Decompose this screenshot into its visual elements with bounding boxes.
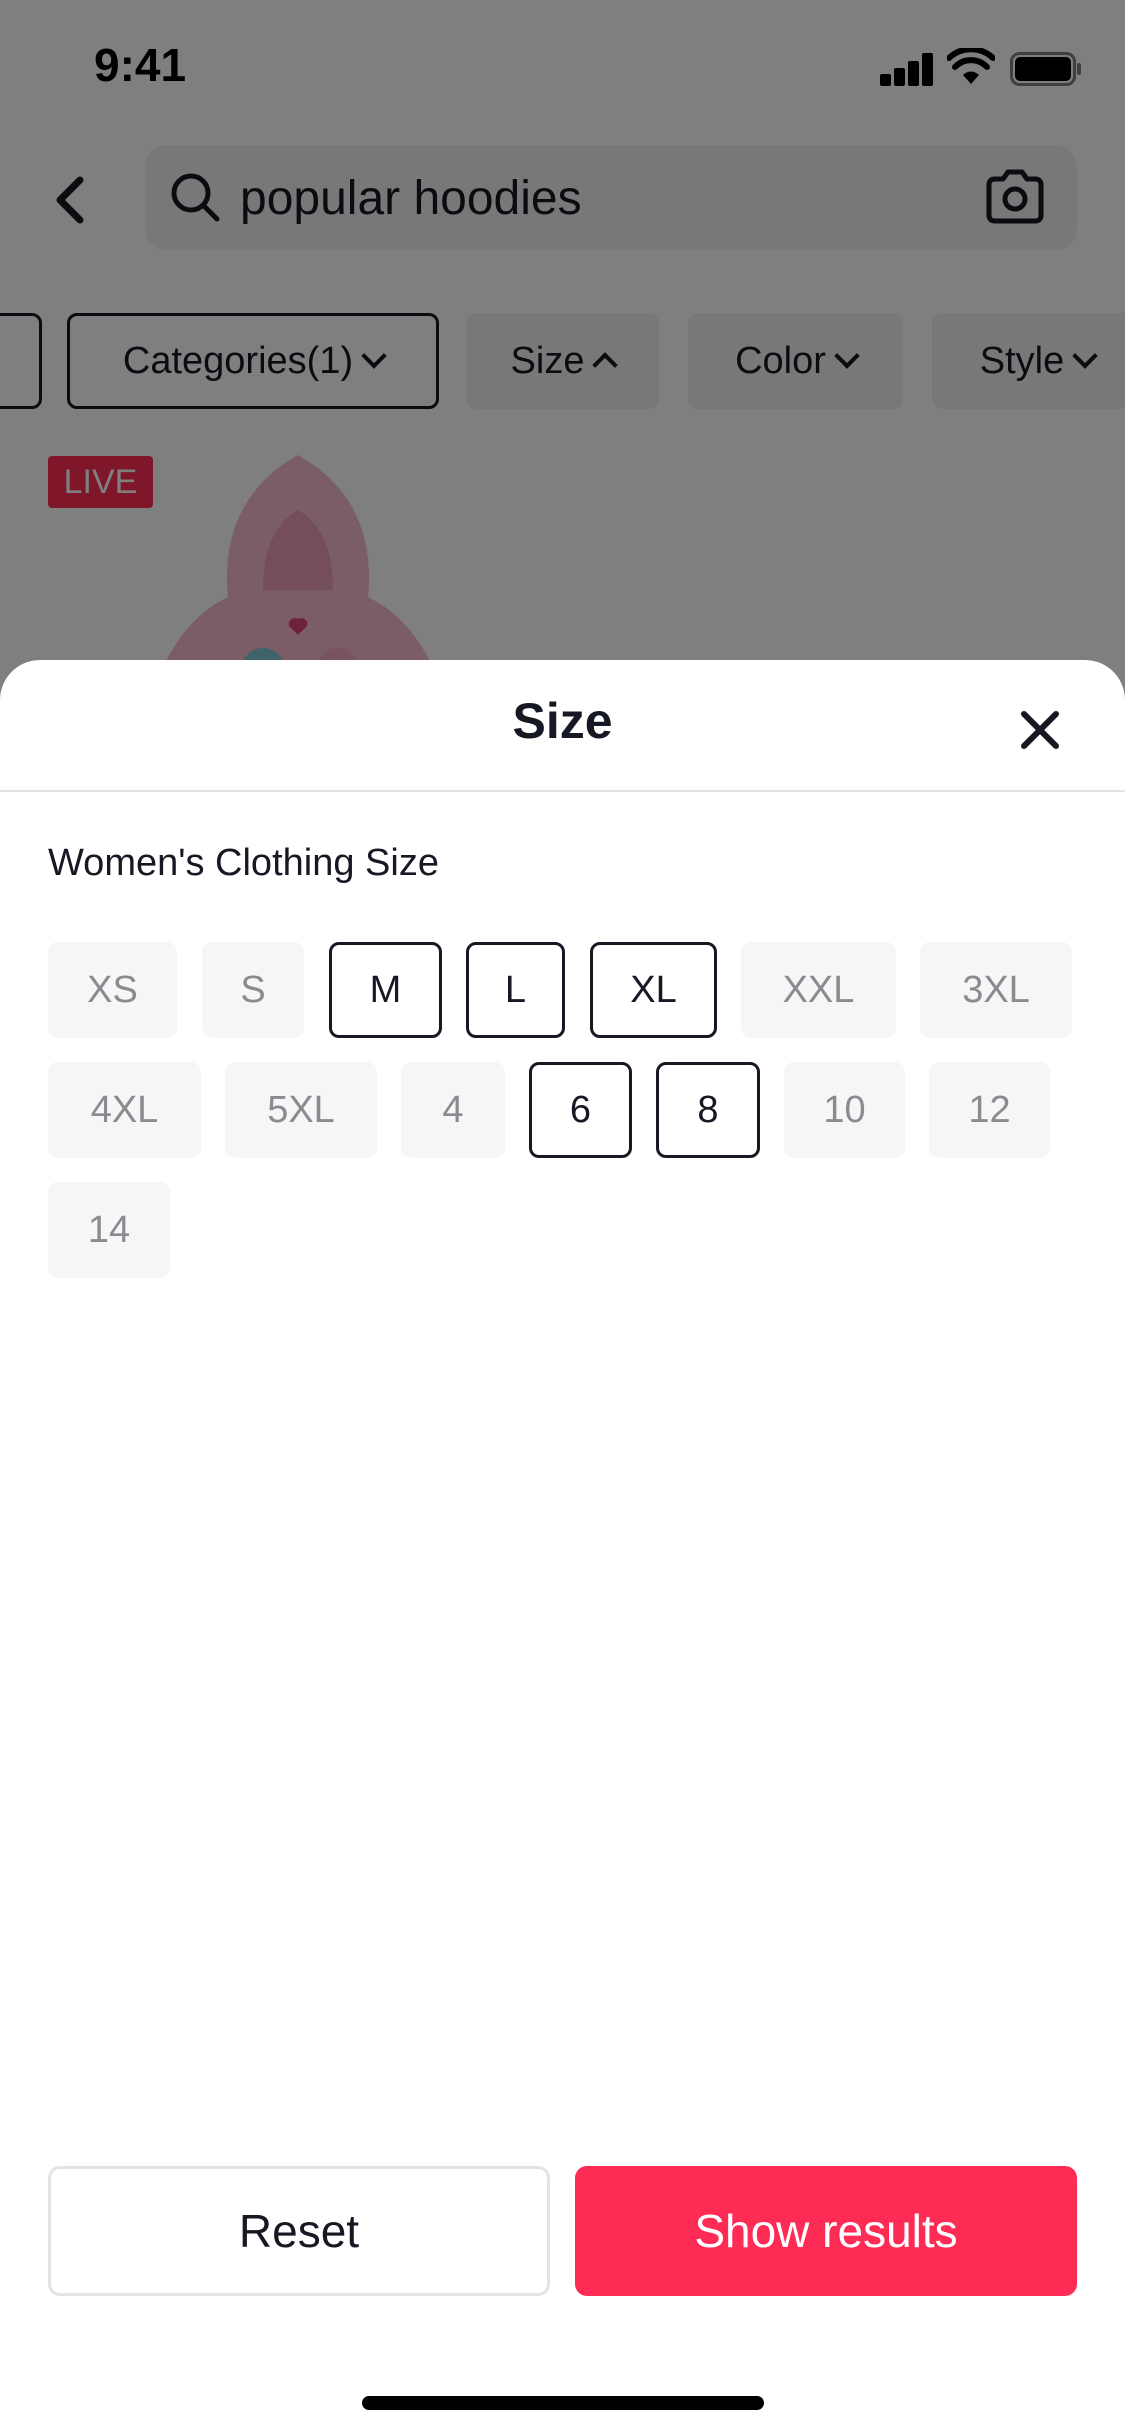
size-option-14[interactable]: 14 <box>48 1182 170 1278</box>
size-option-6[interactable]: 6 <box>529 1062 632 1158</box>
show-results-button[interactable]: Show results <box>575 2166 1077 2296</box>
size-option-8[interactable]: 8 <box>656 1062 760 1158</box>
size-option-3xl[interactable]: 3XL <box>920 942 1072 1038</box>
size-option-5xl[interactable]: 5XL <box>225 1062 377 1158</box>
sheet-title: Size <box>512 693 613 749</box>
size-option-xs[interactable]: XS <box>48 942 177 1038</box>
size-option-xl[interactable]: XL <box>590 942 717 1038</box>
size-filter-sheet: Size Women's Clothing Size XS S M L XL X… <box>0 660 1125 2436</box>
close-icon[interactable] <box>1010 700 1070 760</box>
home-indicator <box>362 2396 764 2410</box>
divider <box>0 790 1125 792</box>
size-option-xxl[interactable]: XXL <box>741 942 896 1038</box>
section-title: Women's Clothing Size <box>48 842 439 884</box>
size-option-4xl[interactable]: 4XL <box>48 1062 201 1158</box>
size-option-12[interactable]: 12 <box>929 1062 1050 1158</box>
reset-button[interactable]: Reset <box>48 2166 550 2296</box>
size-option-10[interactable]: 10 <box>784 1062 905 1158</box>
size-option-4[interactable]: 4 <box>401 1062 505 1158</box>
size-option-l[interactable]: L <box>466 942 565 1038</box>
size-option-s[interactable]: S <box>202 942 304 1038</box>
size-option-m[interactable]: M <box>329 942 442 1038</box>
